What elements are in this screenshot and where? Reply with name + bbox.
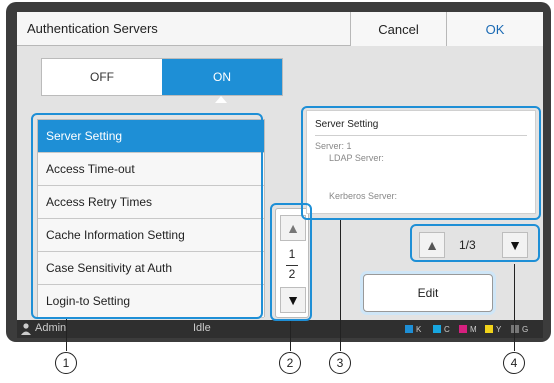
server-page-up-button[interactable]: ▲ bbox=[419, 232, 445, 258]
ink-label: K bbox=[416, 324, 422, 334]
server-page-indicator: 1/3 bbox=[459, 238, 476, 252]
callout-2: 2 bbox=[279, 352, 301, 374]
window-title: Authentication Servers bbox=[27, 21, 158, 36]
ink-label: C bbox=[444, 324, 450, 334]
server-pager: ▲ 1/3 ▼ bbox=[410, 224, 540, 262]
ink-label: Y bbox=[496, 324, 502, 334]
ink-level-c: C bbox=[431, 324, 450, 334]
callout-line-3 bbox=[340, 220, 341, 351]
status-user: Admin bbox=[35, 322, 67, 334]
cancel-button[interactable]: Cancel bbox=[350, 12, 446, 46]
ok-button[interactable]: OK bbox=[446, 12, 543, 46]
server-page-down-button[interactable]: ▼ bbox=[502, 232, 528, 258]
ink-swatch bbox=[485, 325, 493, 333]
callout-1: 1 bbox=[55, 352, 77, 374]
status-state: Idle bbox=[193, 322, 211, 334]
toggle-on-button[interactable]: ON bbox=[162, 59, 282, 95]
callout-4: 4 bbox=[503, 352, 525, 374]
status-bar: Admin Idle K C M Y G bbox=[17, 320, 543, 338]
ink-level-y: Y bbox=[483, 324, 501, 334]
user-icon bbox=[21, 323, 31, 335]
ink-label: G bbox=[522, 324, 529, 334]
ink-swatch bbox=[433, 325, 441, 333]
edit-button[interactable]: Edit bbox=[363, 274, 493, 312]
triangle-down-icon: ▼ bbox=[508, 237, 522, 253]
callout-line-4 bbox=[514, 264, 515, 351]
ink-swatch bbox=[405, 325, 413, 333]
ink-level-m: M bbox=[457, 324, 477, 334]
callout-line-1 bbox=[66, 319, 67, 351]
callout-3: 3 bbox=[329, 352, 351, 374]
ink-label: M bbox=[470, 324, 477, 334]
triangle-up-icon: ▲ bbox=[425, 237, 439, 253]
toggle-pointer bbox=[215, 96, 227, 103]
on-off-toggle: OFF ON bbox=[41, 58, 283, 96]
ink-swatch bbox=[511, 325, 519, 333]
toggle-off-button[interactable]: OFF bbox=[42, 59, 162, 95]
ink-level-g: G bbox=[509, 324, 528, 334]
callout-frame-2 bbox=[270, 203, 312, 321]
callout-frame-1 bbox=[31, 113, 263, 319]
callout-line-2 bbox=[290, 321, 291, 351]
callout-frame-3 bbox=[301, 106, 541, 220]
ink-swatch bbox=[459, 325, 467, 333]
title-bar: Authentication Servers Cancel OK bbox=[17, 12, 543, 46]
ink-level-k: K bbox=[403, 324, 421, 334]
